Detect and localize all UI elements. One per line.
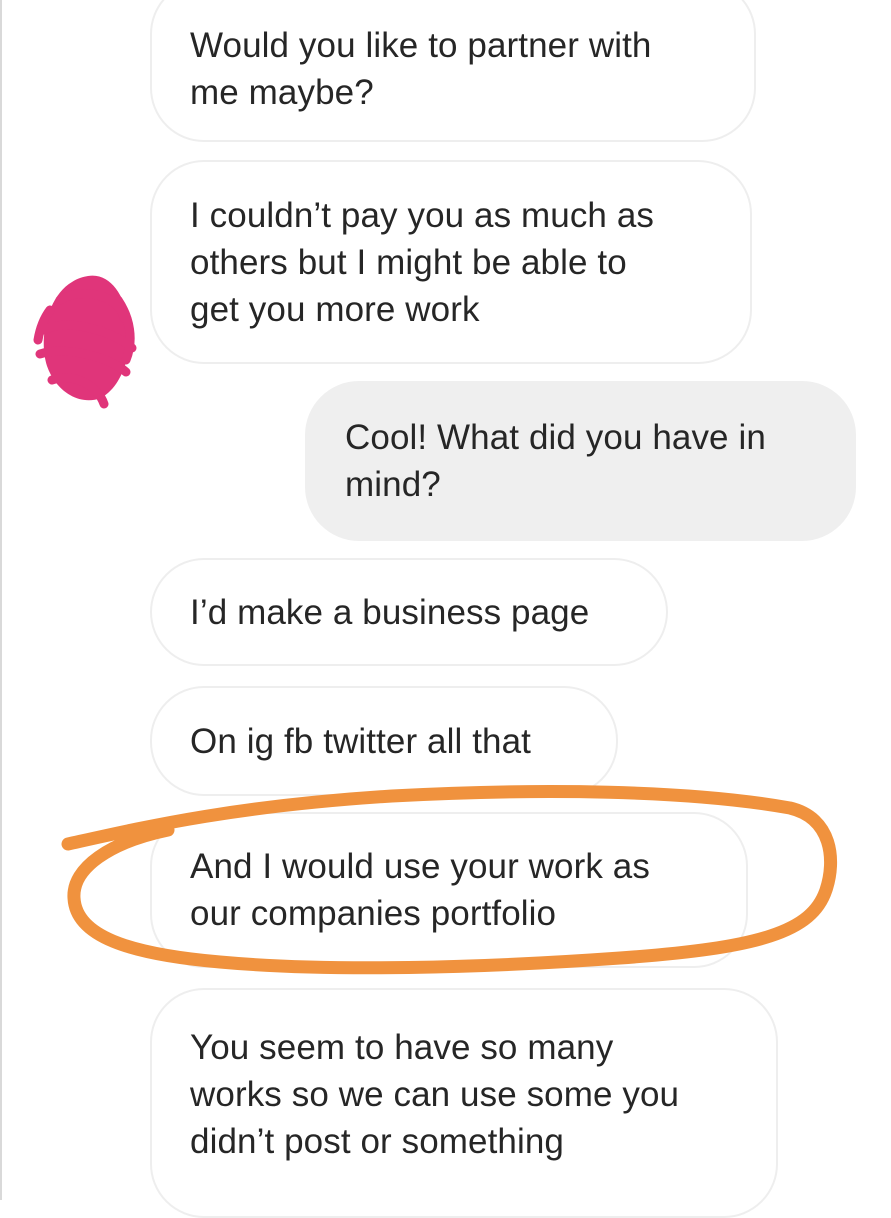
message-thread[interactable]: Would you like to partner with me maybe?… [0, 0, 891, 1218]
thread-divider [0, 0, 2, 1200]
message-text: I couldn’t pay you as much as others but… [190, 195, 654, 329]
message-text: I’d make a business page [190, 592, 590, 632]
message-text: Cool! What did you have in mind? [345, 418, 766, 504]
received-message-bubble[interactable]: Would you like to partner with me maybe? [150, 0, 756, 142]
message-text: You seem to have so many works so we can… [190, 1027, 680, 1161]
highlighted-message-bubble[interactable]: And I would use your work as our compani… [150, 812, 748, 968]
sent-message-bubble[interactable]: Cool! What did you have in mind? [305, 381, 856, 541]
message-text: And I would use your work as our compani… [190, 847, 650, 933]
received-message-bubble[interactable]: On ig fb twitter all that [150, 686, 618, 796]
received-message-bubble[interactable]: I’d make a business page [150, 558, 668, 666]
message-text: On ig fb twitter all that [190, 721, 531, 761]
received-message-bubble[interactable]: I couldn’t pay you as much as others but… [150, 160, 752, 364]
message-text: Would you like to partner with me maybe? [190, 26, 652, 112]
received-message-bubble[interactable]: You seem to have so many works so we can… [150, 988, 778, 1218]
